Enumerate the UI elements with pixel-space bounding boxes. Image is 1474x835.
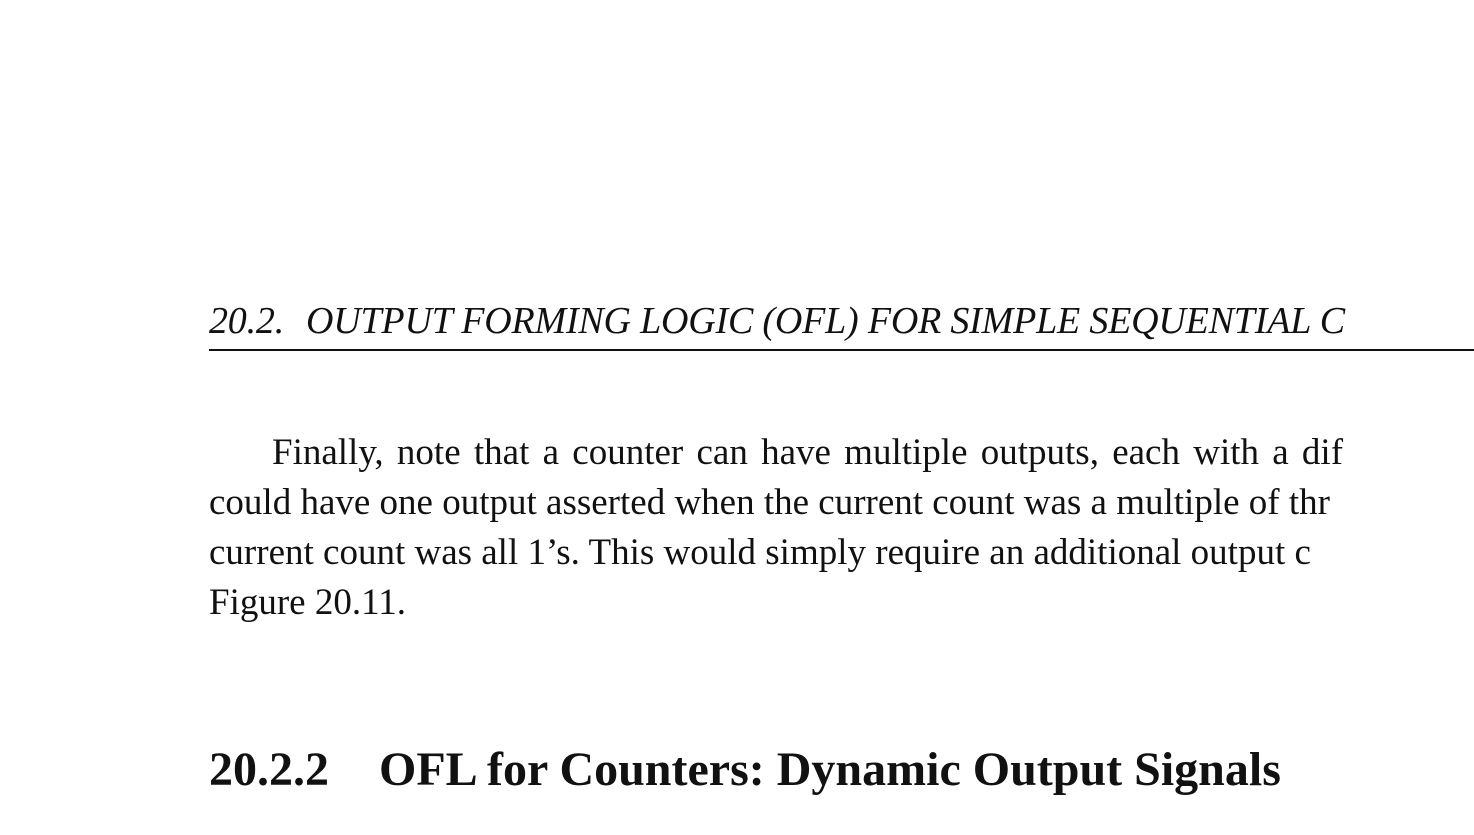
running-header: 20.2. OUTPUT FORMING LOGIC (OFL) FOR SIMP… (209, 298, 1474, 351)
section-heading-title: OFL for Counters: Dynamic Output Signals (379, 743, 1281, 796)
section-heading-number: 20.2.2 (209, 743, 329, 796)
paragraph-line: Figure 20.11. (209, 582, 406, 623)
paragraph-line: could have one output asserted when the … (209, 482, 1330, 523)
running-header-section-number: 20.2. (209, 300, 285, 342)
document-page: 20.2. OUTPUT FORMING LOGIC (OFL) FOR SIMP… (0, 0, 1474, 835)
body-paragraph: Finally, note that a counter can have mu… (209, 428, 1474, 628)
paragraph-line: current count was all 1’s. This would si… (209, 532, 1311, 573)
section-heading: 20.2.2 OFL for Counters: Dynamic Output S… (209, 738, 1281, 802)
paragraph-line: Finally, note that a counter can have mu… (272, 432, 1344, 473)
running-header-title: OUTPUT FORMING LOGIC (OFL) FOR SIMPLE SE… (306, 300, 1345, 342)
running-header-text: 20.2. OUTPUT FORMING LOGIC (OFL) FOR SIMP… (209, 298, 1345, 344)
